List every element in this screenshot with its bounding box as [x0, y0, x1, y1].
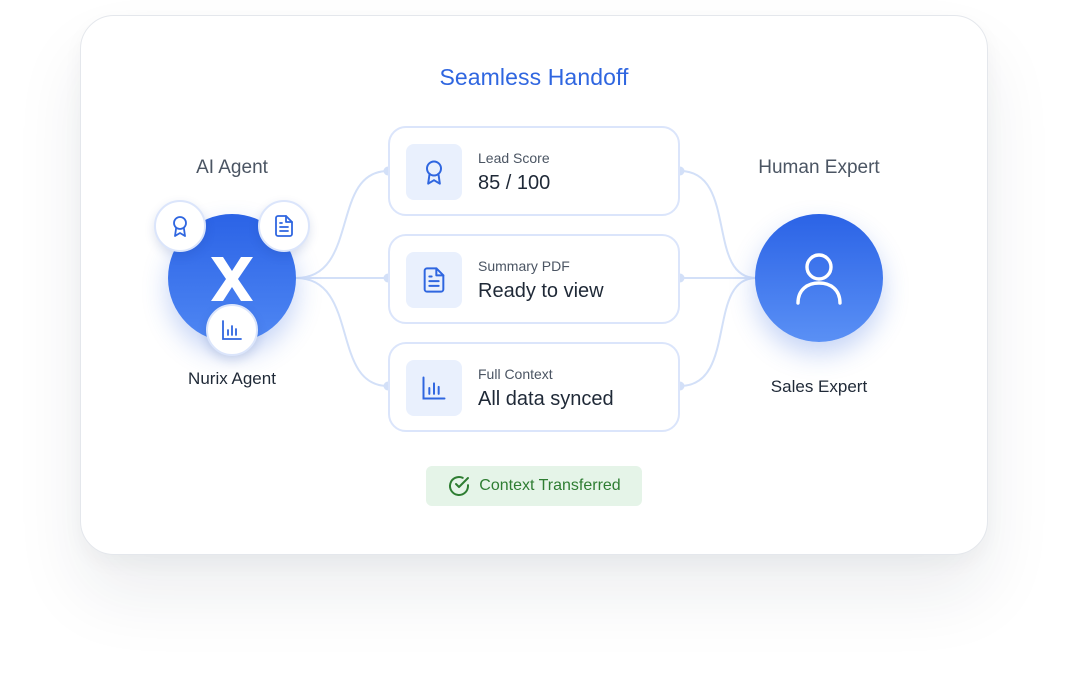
- agent-award-badge: [154, 200, 206, 252]
- connector-lines: [295, 166, 757, 391]
- human-expert-avatar: [755, 214, 883, 342]
- lead-score-icon-tile: [406, 144, 462, 200]
- x-logo-icon: [208, 257, 256, 301]
- summary-pdf-label: Summary PDF: [478, 258, 570, 274]
- ai-agent-heading: AI Agent: [196, 157, 268, 178]
- status-text: Context Transferred: [479, 477, 621, 494]
- ai-agent-name: Nurix Agent: [188, 369, 276, 388]
- full-context-icon-tile: [406, 360, 462, 416]
- lead-score-label: Lead Score: [478, 150, 550, 166]
- agent-chart-badge: [206, 304, 258, 356]
- summary-pdf-card: Summary PDF Ready to view: [388, 234, 680, 324]
- summary-pdf-value: Ready to view: [478, 280, 604, 302]
- document-icon: [420, 266, 448, 294]
- document-icon: [272, 214, 296, 238]
- agent-document-badge: [258, 200, 310, 252]
- check-circle-icon: [447, 474, 471, 498]
- award-icon: [420, 158, 448, 186]
- lead-score-card: Lead Score 85 / 100: [388, 126, 680, 216]
- bar-chart-icon: [420, 374, 448, 402]
- full-context-value: All data synced: [478, 388, 614, 410]
- human-expert-heading: Human Expert: [758, 157, 880, 178]
- lead-score-value: 85 / 100: [478, 172, 551, 194]
- bar-chart-icon: [220, 318, 244, 342]
- status-badge: Context Transferred: [426, 466, 642, 506]
- full-context-card: Full Context All data synced: [388, 342, 680, 432]
- award-icon: [168, 214, 192, 238]
- human-expert-name: Sales Expert: [770, 377, 868, 396]
- user-icon: [794, 250, 844, 306]
- full-context-label: Full Context: [478, 366, 553, 382]
- summary-pdf-icon-tile: [406, 252, 462, 308]
